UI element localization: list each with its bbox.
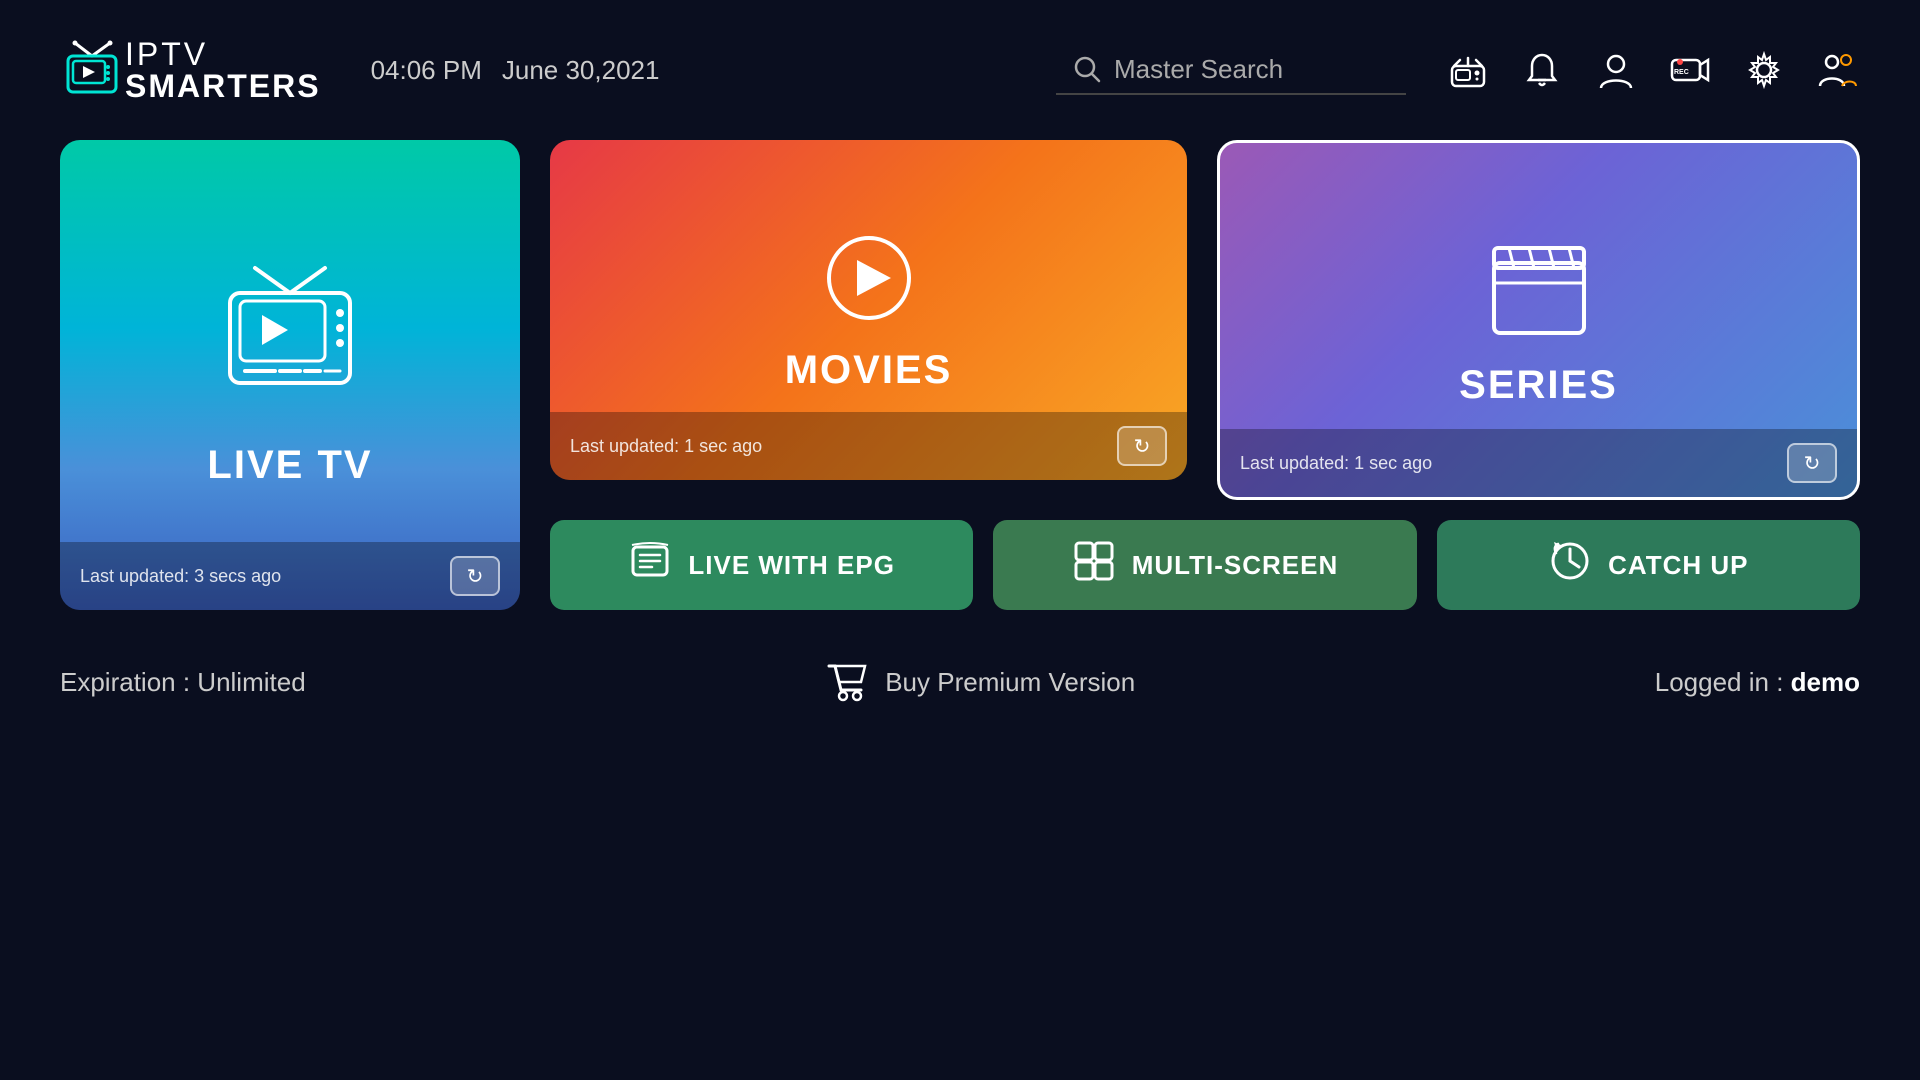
multi-screen-icon	[1072, 539, 1116, 592]
profile-icon[interactable]	[1594, 48, 1638, 92]
logo-icon	[60, 38, 125, 103]
users-icon[interactable]	[1816, 48, 1860, 92]
time-display: 04:06 PM	[371, 55, 482, 86]
series-refresh[interactable]: ↻	[1787, 443, 1837, 483]
series-title: SERIES	[1459, 363, 1618, 408]
live-tv-last-updated: Last updated: 3 secs ago	[80, 566, 281, 587]
datetime: 04:06 PM June 30,2021	[371, 55, 660, 86]
cart-icon	[825, 660, 869, 704]
live-tv-title: LIVE TV	[207, 443, 372, 488]
multi-screen-label: MULTI-SCREEN	[1132, 550, 1339, 581]
series-card[interactable]: SERIES Last updated: 1 sec ago ↻	[1217, 140, 1860, 500]
logo-smarters: SMARTERS	[125, 70, 321, 102]
logo-text: IPTV SMARTERS	[125, 38, 321, 102]
footer: Expiration : Unlimited Buy Premium Versi…	[0, 630, 1920, 734]
expiration: Expiration : Unlimited	[60, 667, 306, 698]
logged-in: Logged in : demo	[1655, 667, 1860, 698]
logo: IPTV SMARTERS	[60, 38, 321, 103]
top-right: MOVIES Last updated: 1 sec ago ↻	[550, 140, 1860, 500]
live-epg-label: LIVE WITH EPG	[688, 550, 895, 581]
search-bar[interactable]: Master Search	[1056, 46, 1406, 95]
movies-last-updated: Last updated: 1 sec ago	[570, 436, 762, 457]
live-tv-icon-container	[200, 263, 380, 413]
logo-iptv: IPTV	[125, 38, 321, 70]
nav-icons: REC	[1446, 48, 1860, 92]
main-content: LIVE TV Last updated: 3 secs ago ↻ MOVIE…	[0, 140, 1920, 610]
header: IPTV SMARTERS 04:06 PM June 30,2021 Mast…	[0, 0, 1920, 140]
cards-row: LIVE TV Last updated: 3 secs ago ↻ MOVIE…	[60, 140, 1860, 610]
feature-buttons: LIVE WITH EPG MULTI-SCREEN	[550, 520, 1860, 610]
buy-premium-button[interactable]: Buy Premium Version	[825, 660, 1135, 704]
live-epg-icon	[628, 539, 672, 592]
logged-in-label: Logged in :	[1655, 667, 1791, 697]
catch-up-button[interactable]: CATCH UP	[1437, 520, 1860, 610]
movies-title: MOVIES	[785, 348, 953, 393]
live-tv-card[interactable]: LIVE TV Last updated: 3 secs ago ↻	[60, 140, 520, 610]
svg-text:REC: REC	[1674, 69, 1689, 76]
catch-up-icon	[1548, 539, 1592, 592]
movies-icon	[819, 228, 919, 328]
live-epg-button[interactable]: LIVE WITH EPG	[550, 520, 973, 610]
logged-in-user: demo	[1791, 667, 1860, 697]
movies-card[interactable]: MOVIES Last updated: 1 sec ago ↻	[550, 140, 1187, 480]
live-tv-footer: Last updated: 3 secs ago ↻	[60, 542, 520, 610]
date-display: June 30,2021	[502, 55, 660, 86]
catch-up-label: CATCH UP	[1608, 550, 1748, 581]
movies-footer: Last updated: 1 sec ago ↻	[550, 412, 1187, 480]
radio-icon[interactable]	[1446, 48, 1490, 92]
search-icon	[1072, 54, 1102, 84]
record-icon[interactable]: REC	[1668, 48, 1712, 92]
series-footer: Last updated: 1 sec ago ↻	[1220, 429, 1857, 497]
series-last-updated: Last updated: 1 sec ago	[1240, 453, 1432, 474]
expiration-label: Expiration :	[60, 667, 197, 697]
series-icon	[1479, 233, 1599, 343]
live-tv-refresh[interactable]: ↻	[450, 556, 500, 596]
expiration-value: Unlimited	[197, 667, 305, 697]
notification-icon[interactable]	[1520, 48, 1564, 92]
buy-premium-label: Buy Premium Version	[885, 667, 1135, 698]
multi-screen-button[interactable]: MULTI-SCREEN	[993, 520, 1416, 610]
search-label: Master Search	[1114, 54, 1283, 85]
settings-icon[interactable]	[1742, 48, 1786, 92]
movies-refresh[interactable]: ↻	[1117, 426, 1167, 466]
live-tv-icon	[200, 263, 380, 413]
right-column: MOVIES Last updated: 1 sec ago ↻	[550, 140, 1860, 610]
